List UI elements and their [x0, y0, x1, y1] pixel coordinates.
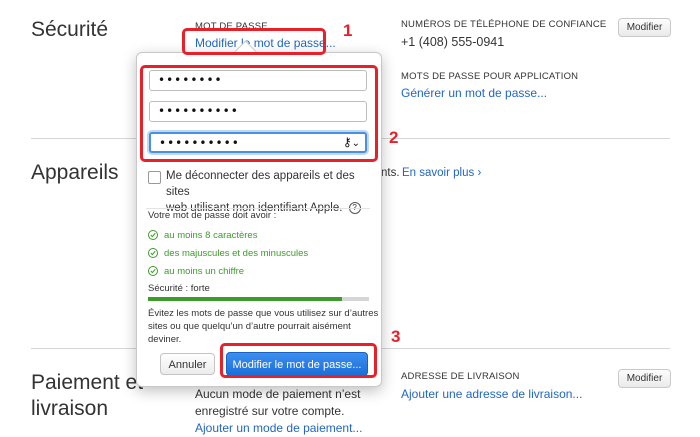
strength-meter — [148, 297, 369, 301]
requirements-list: au moins 8 caractères des majuscules et … — [148, 226, 308, 280]
generate-password-link[interactable]: Générer un mot de passe... — [401, 86, 547, 100]
highlight-submit-button — [220, 343, 377, 378]
step-number-2: 2 — [389, 128, 399, 147]
requirements-heading: Votre mot de passe doit avoir : — [148, 210, 277, 221]
requirement-item: des majuscules et des minuscules — [148, 244, 308, 262]
trusted-phones-modify-button[interactable]: Modifier — [618, 18, 671, 37]
step-number-3: 3 — [391, 327, 401, 346]
highlight-password-fields — [140, 65, 378, 162]
payment-title-line2: livraison — [31, 397, 109, 420]
payment-section-title: Paiement et livraison — [31, 370, 143, 422]
strength-meter-fill — [148, 297, 343, 301]
no-payment-line2: enregistré sur votre compte. — [195, 404, 345, 418]
requirement-label: au moins un chiffre — [164, 265, 245, 277]
popover-divider — [146, 208, 370, 209]
add-payment-link[interactable]: Ajouter un mode de paiement... — [195, 421, 362, 435]
no-payment-text: Aucun mode de paiement n’est enregistré … — [195, 386, 360, 420]
strength-label: Sécurité : forte — [148, 283, 210, 294]
highlight-change-password-link — [182, 28, 326, 55]
trusted-phone-number: +1 (408) 555-0941 — [401, 35, 505, 49]
no-payment-line1: Aucun mode de paiement n’est — [195, 387, 361, 401]
requirement-label: au moins 8 caractères — [164, 229, 258, 241]
cancel-button[interactable]: Annuler — [160, 353, 215, 375]
signout-line1: Me déconnecter des appareils et des site… — [166, 170, 355, 198]
password-advice: Évitez les mots de passe que vous utilis… — [148, 307, 378, 346]
step-number-1: 1 — [343, 21, 353, 40]
advice-line2: sites ou que quelqu’un d’autre pourrait … — [148, 321, 351, 332]
chevron-right-icon: › — [477, 167, 482, 179]
app-passwords-heading: MOTS DE PASSE POUR APPLICATION — [401, 71, 579, 82]
learn-more-link[interactable]: En savoir plus › — [402, 167, 481, 179]
checkmark-icon — [148, 266, 158, 276]
security-section-title: Sécurité — [31, 18, 109, 41]
shipping-modify-button[interactable]: Modifier — [618, 369, 671, 388]
learn-more-label: En savoir plus — [402, 167, 475, 179]
requirement-label: des majuscules et des minuscules — [164, 247, 309, 259]
checkmark-icon — [148, 248, 158, 258]
requirement-item: au moins un chiffre — [148, 262, 308, 280]
add-shipping-link[interactable]: Ajouter une adresse de livraison... — [401, 387, 582, 401]
trusted-phones-heading: NUMÉROS DE TÉLÉPHONE DE CONFIANCE — [401, 19, 607, 30]
payment-title-line1: Paiement et — [31, 371, 144, 394]
requirement-item: au moins 8 caractères — [148, 226, 308, 244]
devices-section-title: Appareils — [31, 161, 119, 184]
advice-line1: Évitez les mots de passe que vous utilis… — [148, 308, 379, 319]
shipping-heading: ADRESSE DE LIVRAISON — [401, 371, 520, 382]
devices-description-tail: nts. — [381, 167, 400, 179]
checkmark-icon — [148, 230, 158, 240]
signout-devices-checkbox[interactable] — [148, 171, 161, 184]
